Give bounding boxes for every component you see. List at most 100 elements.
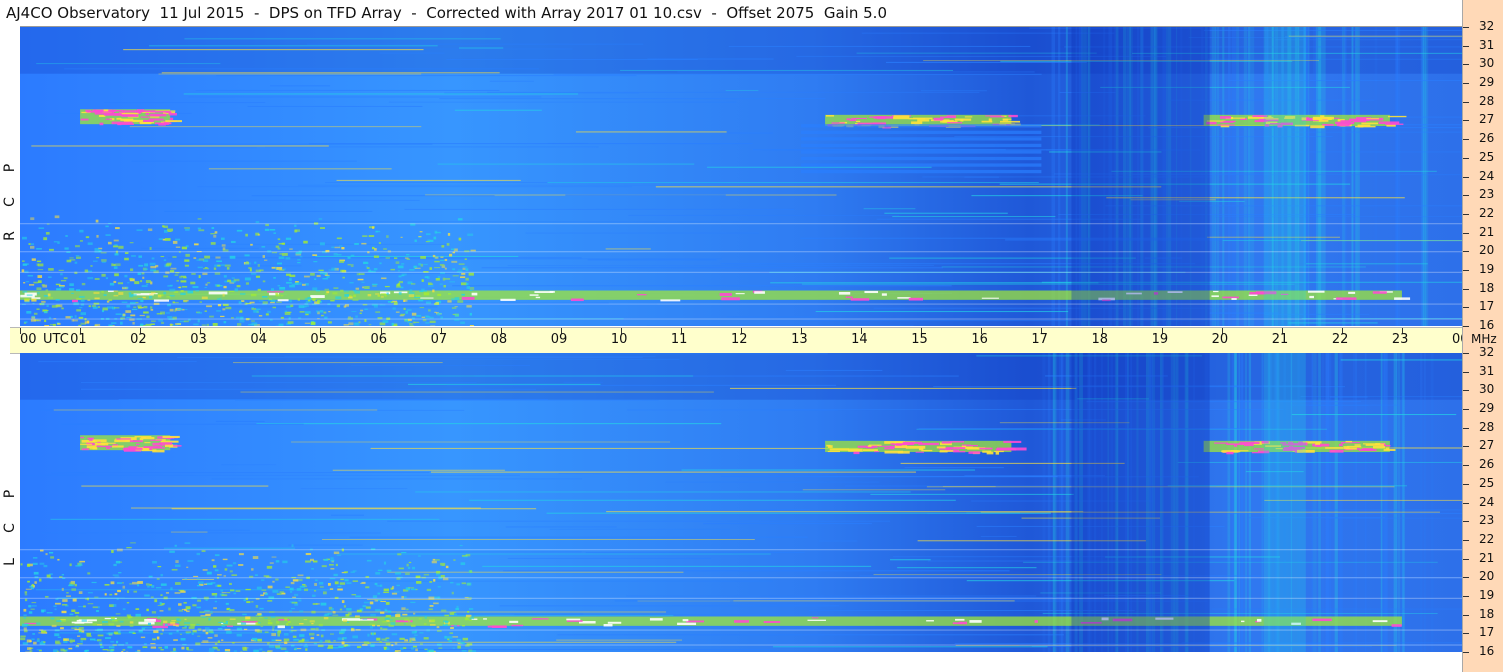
noise-speckle (118, 572, 122, 574)
noise-speckle (353, 294, 356, 298)
noise-speckle (124, 274, 128, 278)
noise-line (1228, 512, 1462, 514)
noise-speckle (289, 284, 296, 288)
noise-speckle (143, 305, 148, 309)
noise-speckle (205, 627, 210, 630)
noise-speckle (171, 568, 178, 571)
noise-speckle (369, 601, 374, 605)
noise-speckle (432, 558, 436, 561)
time-unit-label: UTC (43, 332, 69, 347)
noise-line (334, 551, 582, 553)
noise-speckle (269, 562, 274, 564)
noise-speckle (75, 256, 82, 259)
noise-speckle (87, 591, 93, 594)
noise-speckle (352, 290, 357, 292)
striped-band (801, 156, 1042, 161)
broadband-column (1425, 27, 1429, 326)
noise-speckle (204, 310, 207, 312)
noise-speckle (307, 296, 312, 300)
noise-speckle (282, 560, 288, 564)
noise-speckle (31, 258, 36, 261)
noise-speckle (406, 309, 412, 312)
noise-speckle (344, 579, 349, 582)
noise-speckle (429, 316, 434, 319)
noise-speckle (169, 550, 175, 553)
noise-speckle (160, 583, 167, 586)
noise-speckle (168, 607, 171, 611)
noise-speckle (63, 649, 67, 652)
noise-speckle (299, 634, 305, 637)
noise-line (306, 43, 644, 45)
noise-speckle (271, 266, 276, 269)
noise-speckle (132, 581, 138, 585)
noise-speckle (36, 260, 42, 263)
signal-speckle (1372, 620, 1388, 623)
noise-speckle (145, 280, 151, 283)
signal-speckle (982, 450, 992, 453)
noise-speckle (175, 564, 181, 568)
signal-speckle (529, 294, 539, 296)
interference-line (20, 223, 1462, 225)
signal-speckle (159, 442, 173, 445)
noise-speckle (365, 265, 369, 268)
freq-unit-label: MHz (1471, 332, 1497, 346)
noise-speckle (87, 270, 93, 272)
noise-speckle (295, 251, 302, 255)
noise-speckle (272, 626, 275, 628)
noise-speckle (74, 611, 80, 614)
noise-speckle (423, 637, 429, 640)
noise-speckle (230, 317, 234, 319)
noise-speckle (185, 631, 192, 633)
noise-speckle (24, 298, 29, 301)
noise-line (884, 212, 1008, 214)
signal-speckle (763, 621, 781, 623)
noise-speckle (289, 587, 294, 591)
noise-line (856, 52, 1097, 54)
time-tick-label: 17 (1031, 332, 1048, 347)
noise-speckle (102, 649, 108, 651)
freq-tick-label: 28 (1479, 93, 1495, 108)
time-tick-label: 18 (1091, 332, 1109, 347)
noise-speckle (251, 601, 254, 603)
noise-speckle (433, 236, 437, 240)
noise-speckle (393, 257, 398, 259)
signal-speckle (1372, 291, 1387, 294)
freq-tick-label: 24 (1479, 168, 1495, 183)
noise-speckle (386, 292, 389, 295)
noise-speckle (251, 568, 254, 571)
freq-tick-label: 25 (1479, 149, 1495, 164)
signal-speckle (1387, 115, 1407, 118)
noise-speckle (441, 245, 445, 248)
signal-speckle (1213, 290, 1219, 293)
signal-speckle (1007, 447, 1027, 451)
noise-speckle (378, 569, 383, 572)
noise-speckle (222, 558, 228, 561)
signal-speckle (994, 450, 1004, 453)
noise-speckle (399, 637, 405, 640)
noise-speckle (69, 613, 74, 616)
noise-speckle (80, 637, 87, 641)
broadband-column (1215, 27, 1217, 326)
noise-line (605, 248, 651, 250)
freq-tick-label: 28 (1479, 419, 1495, 434)
noise-speckle (129, 624, 134, 627)
noise-speckle (395, 261, 400, 264)
noise-speckle (138, 264, 144, 267)
noise-speckle (126, 286, 129, 289)
noise-speckle (305, 553, 312, 556)
noise-speckle (96, 234, 99, 238)
noise-speckle (446, 243, 450, 246)
noise-speckle (343, 605, 347, 608)
noise-line (256, 423, 722, 425)
noise-speckle (309, 558, 315, 562)
noise-speckle (276, 621, 280, 624)
noise-speckle (204, 583, 208, 585)
broadband-region (1263, 27, 1306, 326)
noise-speckle (362, 605, 367, 608)
noise-speckle (256, 586, 262, 590)
noise-speckle (344, 571, 348, 574)
noise-speckle (260, 594, 264, 597)
noise-speckle (181, 285, 188, 288)
noise-speckle (66, 595, 71, 597)
noise-speckle (26, 294, 33, 297)
